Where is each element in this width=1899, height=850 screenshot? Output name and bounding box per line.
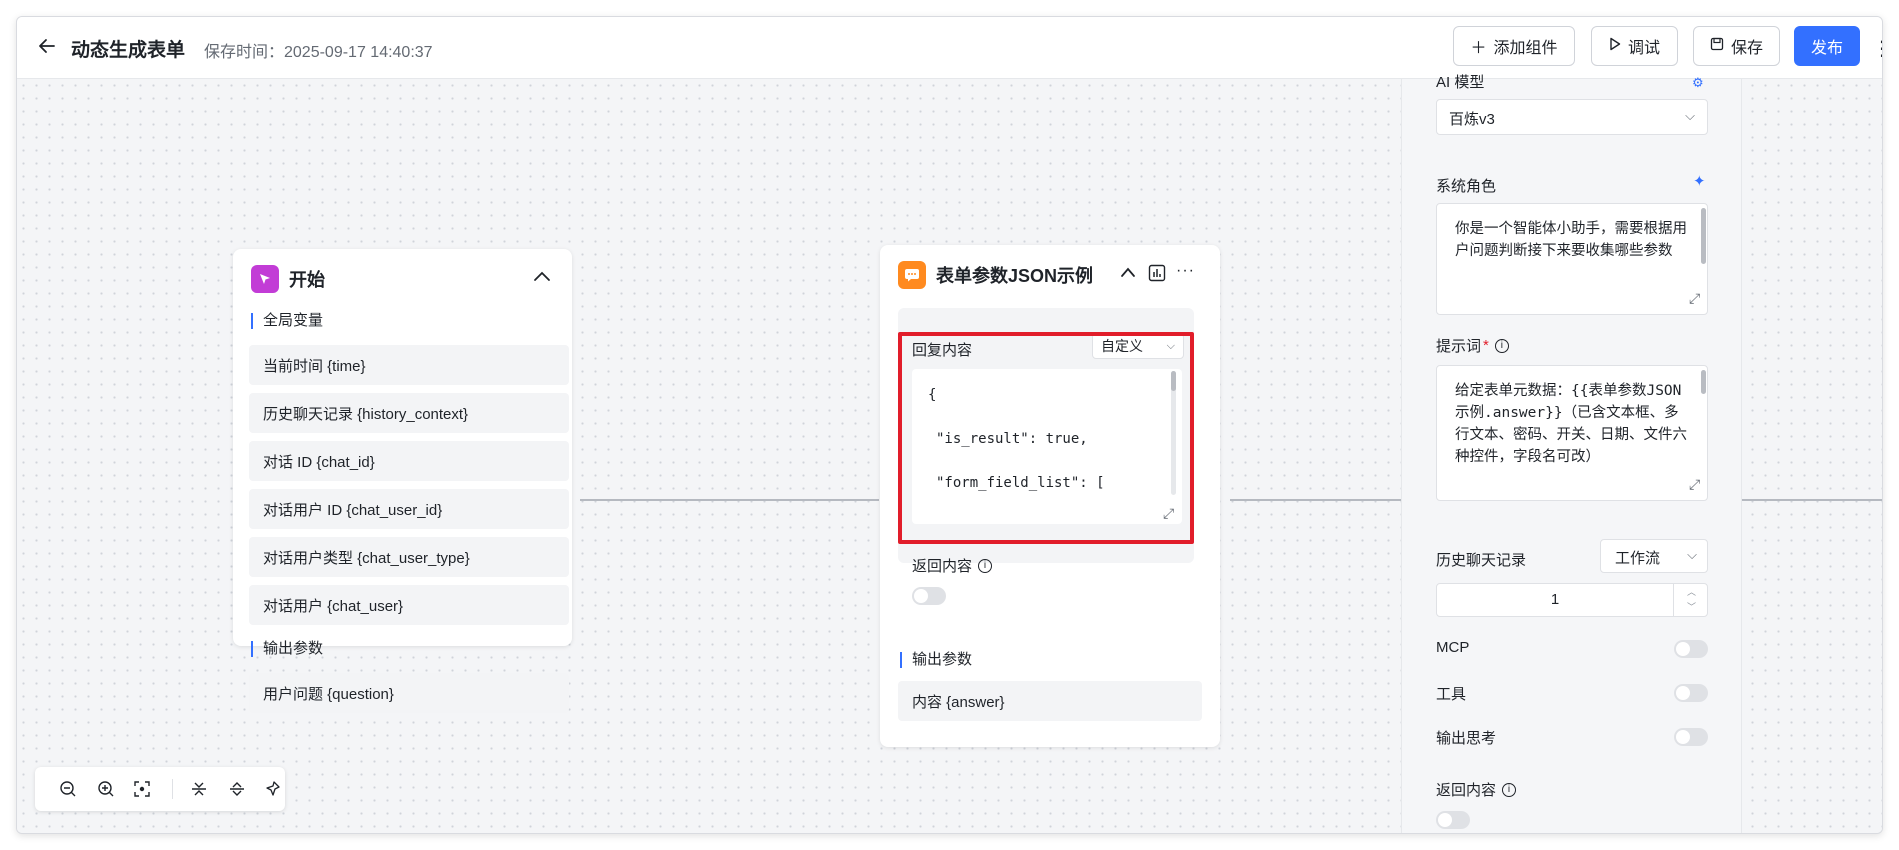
debug-button[interactable]: 调试 bbox=[1591, 26, 1678, 66]
expand-all-icon[interactable] bbox=[226, 778, 248, 800]
zoom-out-icon[interactable] bbox=[57, 778, 79, 800]
global-vars-label: 全局变量 bbox=[251, 313, 323, 329]
zoom-in-icon[interactable] bbox=[95, 778, 117, 800]
required-mark: * bbox=[1483, 337, 1489, 354]
more-icon[interactable]: ··· bbox=[1176, 262, 1195, 280]
publish-label: 发布 bbox=[1810, 40, 1843, 57]
history-count-stepper[interactable]: 1 ︿ ﹀ bbox=[1436, 583, 1708, 617]
add-component-label: 添加组件 bbox=[1493, 40, 1558, 57]
connector-line bbox=[1742, 499, 1882, 501]
return-content-text: 返回内容 bbox=[912, 558, 973, 575]
system-role-textarea[interactable]: 你是一个智能体小助手，需要根据用户问题判断接下来要收集哪些参数 ⤢ bbox=[1436, 203, 1708, 315]
chevron-down-icon[interactable]: ﹀ bbox=[1687, 600, 1696, 613]
highlight-box bbox=[898, 332, 1194, 544]
system-role-label: 系统角色 bbox=[1436, 178, 1497, 195]
debug-label: 调试 bbox=[1627, 40, 1660, 57]
message-icon bbox=[898, 261, 926, 289]
connector-line bbox=[580, 499, 879, 501]
info-icon: i bbox=[978, 558, 993, 573]
chevron-down-icon: ⌵ bbox=[1685, 108, 1695, 123]
history-label: 历史聊天记录 bbox=[1436, 552, 1527, 569]
reply-output-params-label: 输出参数 bbox=[900, 652, 972, 668]
mcp-toggle[interactable] bbox=[1674, 640, 1708, 658]
toolbar-divider bbox=[172, 779, 173, 799]
return-content-toggle[interactable] bbox=[912, 587, 946, 605]
prompt-label-row: 提示词 * i bbox=[1436, 335, 1509, 356]
list-item: 对话用户 ID {chat_user_id} bbox=[249, 489, 569, 529]
reply-node-header: 表单参数JSON示例 bbox=[898, 261, 1093, 289]
page-title: 动态生成表单 bbox=[71, 40, 186, 61]
scrollbar-thumb[interactable] bbox=[1701, 370, 1706, 394]
mcp-label: MCP bbox=[1436, 639, 1470, 656]
list-item: 用户问题 {question} bbox=[249, 673, 569, 713]
expand-icon[interactable]: ⤢ bbox=[1689, 290, 1700, 307]
chevron-up-icon[interactable] bbox=[533, 269, 551, 287]
collapse-all-icon[interactable] bbox=[188, 778, 210, 800]
prompt-text: 给定表单元数据：{{表单参数JSON示例.answer}}（已含文本框、多行文本… bbox=[1455, 383, 1687, 465]
return-content-row: 返回内容 i bbox=[1436, 779, 1517, 800]
return-content-label: 返回内容 i bbox=[912, 555, 993, 576]
save-time-text: 保存时间：2025-09-17 14:40:37 bbox=[204, 44, 433, 61]
list-item: 内容 {answer} bbox=[898, 681, 1202, 721]
node-config-panel: AI 模型 ⚙ 百炼v3 ⌵ 系统角色 ✦ 你是一个智能体小助手，需要根据用户问… bbox=[1401, 74, 1742, 833]
sparkle-icon[interactable]: ✦ bbox=[1693, 172, 1706, 190]
start-node-header: 开始 bbox=[251, 265, 325, 293]
return-content-text: 返回内容 bbox=[1436, 782, 1497, 799]
tools-label: 工具 bbox=[1436, 686, 1467, 703]
tools-toggle[interactable] bbox=[1674, 684, 1708, 702]
arrow-left-icon[interactable] bbox=[37, 36, 61, 60]
start-output-params-label: 输出参数 bbox=[251, 641, 323, 657]
play-icon bbox=[1609, 37, 1621, 56]
expand-icon[interactable]: ⤢ bbox=[1689, 476, 1700, 493]
history-count-value: 1 bbox=[1550, 591, 1560, 608]
add-component-button[interactable]: ＋ 添加组件 bbox=[1453, 26, 1575, 66]
cursor-icon bbox=[251, 265, 279, 293]
output-thinking-toggle[interactable] bbox=[1674, 728, 1708, 746]
more-vertical-icon[interactable]: ⋮ bbox=[1872, 36, 1882, 61]
save-button[interactable]: 保存 bbox=[1693, 26, 1780, 66]
info-icon: i bbox=[1494, 338, 1509, 353]
list-item: 对话用户类型 {chat_user_type} bbox=[249, 537, 569, 577]
list-item: 对话用户 {chat_user} bbox=[249, 585, 569, 625]
auto-layout-icon[interactable] bbox=[262, 778, 284, 800]
plus-icon: ＋ bbox=[1470, 40, 1487, 57]
canvas-toolbar bbox=[35, 767, 285, 811]
start-node[interactable]: 开始 全局变量 当前时间 {time} 历史聊天记录 {history_cont… bbox=[233, 249, 572, 646]
output-thinking-label: 输出思考 bbox=[1436, 730, 1497, 747]
list-item: 对话 ID {chat_id} bbox=[249, 441, 569, 481]
scrollbar-thumb[interactable] bbox=[1701, 208, 1706, 264]
prompt-textarea[interactable]: 给定表单元数据：{{表单参数JSON示例.answer}}（已含文本框、多行文本… bbox=[1436, 365, 1708, 501]
settings-icon[interactable]: ⚙ bbox=[1692, 75, 1704, 91]
app-window: 动态生成表单 保存时间：2025-09-17 14:40:37 ＋ 添加组件 调… bbox=[16, 16, 1883, 834]
history-mode-select[interactable]: 工作流 ⌵ bbox=[1600, 539, 1708, 573]
chart-icon[interactable] bbox=[1148, 264, 1166, 287]
connector-line bbox=[1230, 499, 1402, 501]
fit-view-icon[interactable] bbox=[131, 778, 153, 800]
list-item: 当前时间 {time} bbox=[249, 345, 569, 385]
ai-model-select[interactable]: 百炼v3 ⌵ bbox=[1436, 99, 1708, 135]
chevron-up-icon[interactable] bbox=[1120, 265, 1136, 283]
stepper-divider bbox=[1673, 584, 1674, 616]
system-role-text: 你是一个智能体小助手，需要根据用户问题判断接下来要收集哪些参数 bbox=[1455, 221, 1687, 259]
prompt-label: 提示词 bbox=[1436, 338, 1482, 355]
list-item: 历史聊天记录 {history_context} bbox=[249, 393, 569, 433]
save-label: 保存 bbox=[1730, 40, 1763, 57]
reply-node-title: 表单参数JSON示例 bbox=[936, 266, 1094, 286]
info-icon: i bbox=[1502, 782, 1517, 797]
start-node-title: 开始 bbox=[289, 270, 325, 290]
history-mode-value: 工作流 bbox=[1615, 550, 1661, 567]
chevron-down-icon: ⌵ bbox=[1687, 547, 1697, 562]
save-icon bbox=[1710, 37, 1724, 56]
chevron-up-icon[interactable]: ︿ bbox=[1687, 585, 1696, 598]
return-content-toggle[interactable] bbox=[1436, 811, 1470, 829]
reply-node[interactable]: 表单参数JSON示例 ··· 回复内容 自定义 ⌵ { "is_result":… bbox=[880, 245, 1220, 747]
ai-model-value: 百炼v3 bbox=[1449, 111, 1495, 128]
top-header: 动态生成表单 保存时间：2025-09-17 14:40:37 ＋ 添加组件 调… bbox=[17, 17, 1882, 79]
ai-model-label: AI 模型 bbox=[1436, 74, 1485, 91]
publish-button[interactable]: 发布 bbox=[1794, 26, 1860, 66]
